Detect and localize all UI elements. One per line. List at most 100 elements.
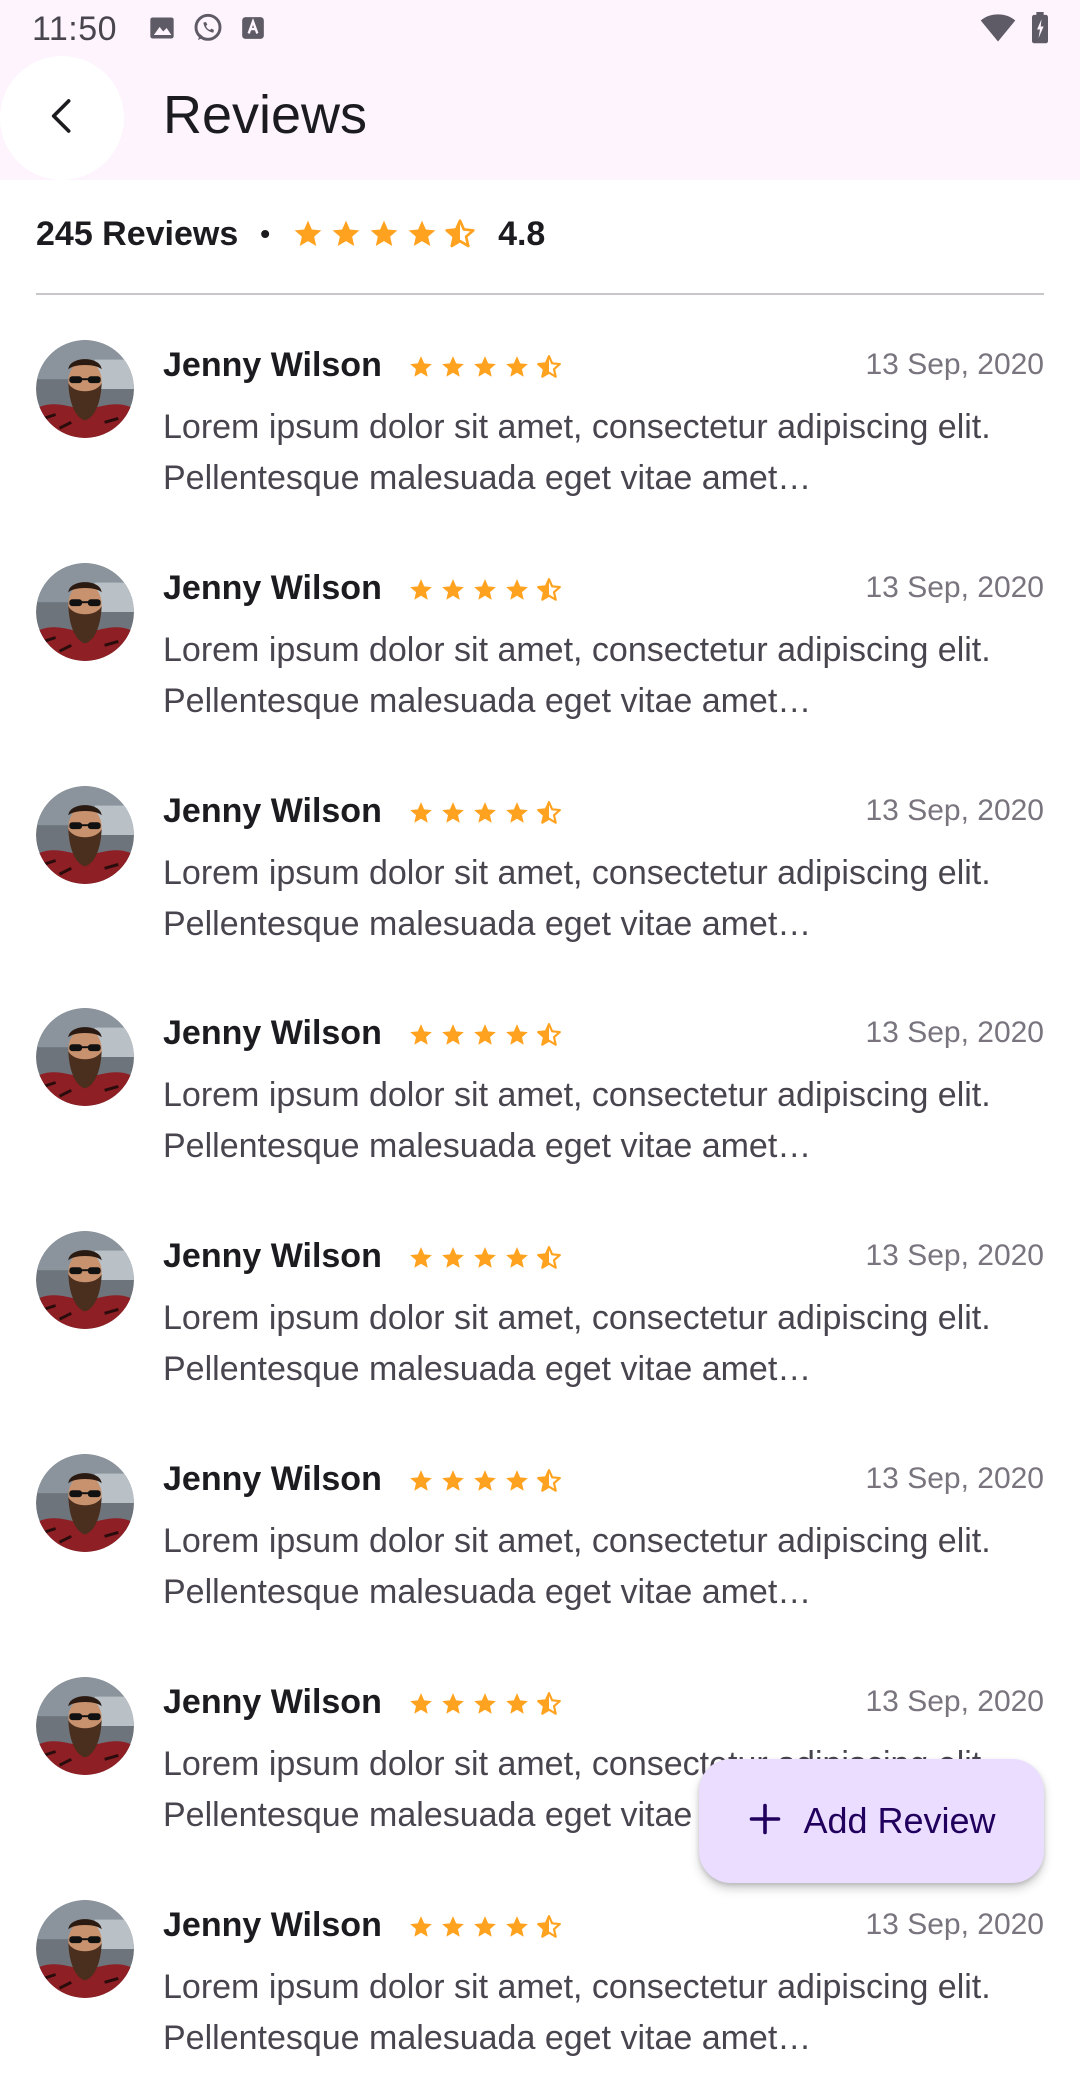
back-button[interactable] — [0, 56, 124, 180]
star-icon — [472, 1245, 498, 1271]
review-star-rating — [408, 354, 562, 380]
star-icon — [504, 354, 530, 380]
star-icon — [408, 354, 434, 380]
reviewer-avatar — [36, 340, 134, 438]
star-icon — [440, 1022, 466, 1048]
star-icon — [408, 577, 434, 603]
review-star-rating — [408, 1245, 562, 1271]
reviewer-name: Jenny Wilson — [163, 569, 382, 607]
review-star-rating — [408, 1691, 562, 1717]
review-star-rating — [408, 1468, 562, 1494]
keyboard-a-icon — [240, 15, 266, 46]
star-icon — [472, 1691, 498, 1717]
review-date: 13 Sep, 2020 — [865, 1462, 1045, 1495]
review-item[interactable]: Jenny Wilson 13 Sep, 2020 Lorem ipsum dolo… — [0, 340, 1080, 520]
review-item[interactable]: Jenny Wilson 13 Sep, 2020 Lorem ipsum dolo… — [0, 1454, 1080, 1634]
summary-star-rating — [292, 218, 476, 250]
review-date: 13 Sep, 2020 — [865, 1016, 1045, 1049]
star-icon — [292, 218, 324, 250]
reviewer-avatar — [36, 563, 134, 661]
star-icon — [472, 1468, 498, 1494]
review-item[interactable]: Jenny Wilson 13 Sep, 2020 Lorem ipsum dolo… — [0, 1008, 1080, 1188]
reviewer-avatar — [36, 1231, 134, 1329]
reviewer-name: Jenny Wilson — [163, 1014, 382, 1052]
star-icon — [504, 1022, 530, 1048]
add-review-label: Add Review — [803, 1800, 996, 1841]
review-star-rating — [408, 800, 562, 826]
app-bar: Reviews — [0, 56, 1080, 180]
wifi-icon — [980, 13, 1016, 48]
review-text: Lorem ipsum dolor sit amet, consectetur … — [163, 408, 991, 497]
review-date: 13 Sep, 2020 — [865, 1239, 1045, 1272]
review-star-rating — [408, 1022, 562, 1048]
star-icon — [472, 1914, 498, 1940]
battery-icon — [1030, 12, 1050, 49]
star-icon — [408, 1245, 434, 1271]
review-date: 13 Sep, 2020 — [865, 348, 1045, 381]
reviewer-avatar — [36, 786, 134, 884]
review-item[interactable]: Jenny Wilson 13 Sep, 2020 Lorem ipsum dolo… — [0, 786, 1080, 966]
review-text: Lorem ipsum dolor sit amet, consectetur … — [163, 854, 991, 943]
review-text: Lorem ipsum dolor sit amet, consectetur … — [163, 1522, 991, 1611]
review-text: Lorem ipsum dolor sit amet, consectetur … — [163, 631, 991, 720]
reviewer-avatar — [36, 1677, 134, 1775]
add-review-button[interactable]: Add Review — [699, 1759, 1044, 1883]
star-icon — [472, 354, 498, 380]
divider — [36, 293, 1044, 295]
notification-icons — [148, 12, 266, 49]
star-icon — [504, 1914, 530, 1940]
star-icon — [408, 1914, 434, 1940]
half-star-icon — [536, 1691, 562, 1717]
star-icon — [408, 800, 434, 826]
star-icon — [472, 800, 498, 826]
star-icon — [504, 1468, 530, 1494]
star-icon — [408, 1691, 434, 1717]
review-item[interactable]: Jenny Wilson 13 Sep, 2020 Lorem ipsum dolo… — [0, 563, 1080, 743]
reviewer-name: Jenny Wilson — [163, 1237, 382, 1275]
review-text: Lorem ipsum dolor sit amet, consectetur … — [163, 1076, 991, 1165]
star-icon — [472, 577, 498, 603]
star-icon — [440, 1691, 466, 1717]
review-date: 13 Sep, 2020 — [865, 571, 1045, 604]
reviewer-name: Jenny Wilson — [163, 1460, 382, 1498]
star-icon — [408, 1468, 434, 1494]
star-icon — [408, 1022, 434, 1048]
review-star-rating — [408, 577, 562, 603]
review-item[interactable]: Jenny Wilson 13 Sep, 2020 Lorem ipsum dolo… — [0, 1231, 1080, 1411]
image-icon — [148, 14, 176, 47]
star-icon — [504, 577, 530, 603]
reviews-summary: 245 Reviews • 4.8 — [36, 204, 1044, 264]
status-bar: 11:50 — [0, 0, 1080, 56]
star-icon — [440, 800, 466, 826]
review-item[interactable]: Jenny Wilson 13 Sep, 2020 Lorem ipsum dolo… — [0, 1900, 1080, 2080]
star-icon — [330, 218, 362, 250]
star-icon — [504, 1245, 530, 1271]
star-icon — [440, 354, 466, 380]
system-icons — [980, 12, 1050, 49]
page-title: Reviews — [163, 85, 368, 145]
star-icon — [406, 218, 438, 250]
half-star-icon — [536, 1468, 562, 1494]
review-date: 13 Sep, 2020 — [865, 1908, 1045, 1941]
star-icon — [472, 1022, 498, 1048]
star-icon — [504, 800, 530, 826]
review-count: 245 Reviews — [36, 214, 239, 253]
star-icon — [440, 1468, 466, 1494]
review-star-rating — [408, 1914, 562, 1940]
half-star-icon — [444, 218, 476, 250]
average-rating: 4.8 — [498, 214, 546, 253]
reviewer-avatar — [36, 1900, 134, 1998]
reviewer-name: Jenny Wilson — [163, 346, 382, 384]
review-date: 13 Sep, 2020 — [865, 1685, 1045, 1718]
star-icon — [368, 218, 400, 250]
star-icon — [440, 1914, 466, 1940]
arrow-back-icon — [42, 96, 82, 141]
whatsapp-icon — [192, 12, 224, 49]
status-time: 11:50 — [32, 10, 118, 48]
star-icon — [440, 1245, 466, 1271]
star-icon — [440, 577, 466, 603]
star-icon — [504, 1691, 530, 1717]
reviewer-avatar — [36, 1454, 134, 1552]
reviewer-name: Jenny Wilson — [163, 1906, 382, 1944]
half-star-icon — [536, 1022, 562, 1048]
